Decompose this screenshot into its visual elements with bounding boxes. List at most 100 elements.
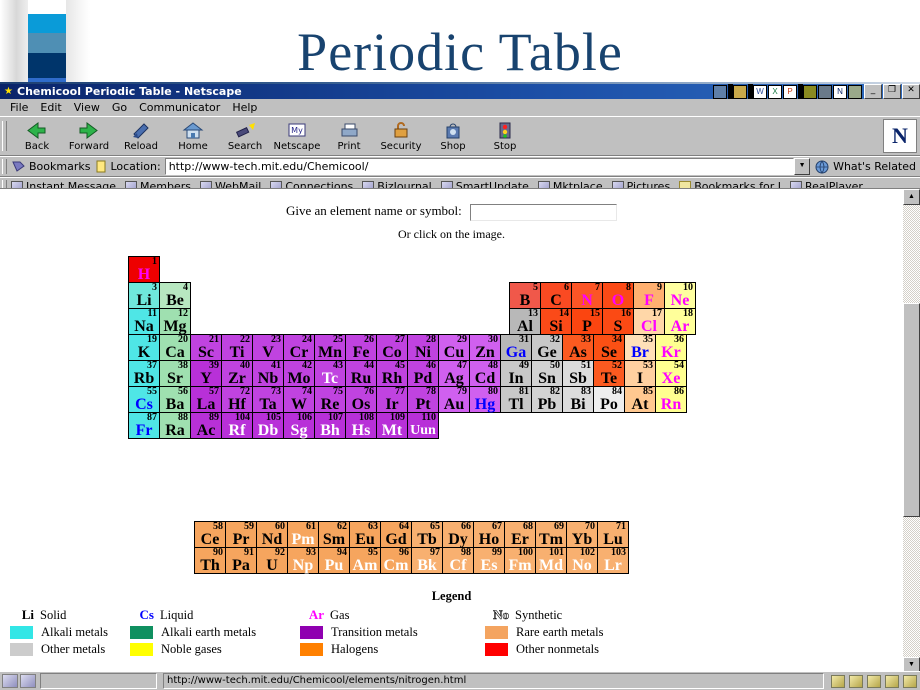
- element-cell-xe[interactable]: 54 Xe: [655, 360, 687, 387]
- element-cell-uun[interactable]: 110 Uun: [407, 412, 439, 439]
- clock-icon[interactable]: [803, 84, 817, 99]
- element-cell-np[interactable]: 93 Np: [287, 547, 319, 574]
- element-cell-fr[interactable]: 87 Fr: [128, 412, 160, 439]
- security-button[interactable]: Security: [375, 118, 427, 154]
- element-cell-hf[interactable]: 72 Hf: [221, 386, 253, 413]
- menu-item-edit[interactable]: Edit: [34, 101, 67, 114]
- element-cell-ba[interactable]: 56 Ba: [159, 386, 191, 413]
- app-icon-5[interactable]: [903, 674, 917, 688]
- element-cell-ag[interactable]: 47 Ag: [438, 360, 470, 387]
- element-cell-n[interactable]: 7N: [571, 282, 603, 309]
- element-cell-os[interactable]: 76 Os: [345, 386, 377, 413]
- element-cell-sc[interactable]: 21 Sc: [190, 334, 222, 361]
- element-cell-mo[interactable]: 42 Mo: [283, 360, 315, 387]
- element-cell-sn[interactable]: 50 Sn: [531, 360, 563, 387]
- paint-icon[interactable]: [818, 84, 832, 99]
- element-cell-tb[interactable]: 65 Tb: [411, 521, 443, 548]
- netscape-logo[interactable]: N: [883, 119, 917, 153]
- element-cell-tc[interactable]: 43 Tc: [314, 360, 346, 387]
- element-cell-b[interactable]: 5B: [509, 282, 541, 309]
- element-cell-ga[interactable]: 31 Ga: [500, 334, 532, 361]
- element-cell-ne[interactable]: 10 Ne: [664, 282, 696, 309]
- element-cell-pa[interactable]: 91 Pa: [225, 547, 257, 574]
- app-icon-4[interactable]: [885, 674, 899, 688]
- element-cell-at[interactable]: 85 At: [624, 386, 656, 413]
- reload-button[interactable]: Reload: [115, 118, 167, 154]
- element-cell-au[interactable]: 79 Au: [438, 386, 470, 413]
- element-cell-te[interactable]: 52 Te: [593, 360, 625, 387]
- element-cell-ho[interactable]: 67 Ho: [473, 521, 505, 548]
- element-cell-mn[interactable]: 25 Mn: [314, 334, 346, 361]
- element-cell-br[interactable]: 35 Br: [624, 334, 656, 361]
- scroll-up-button[interactable]: ▲: [903, 189, 920, 205]
- element-cell-mg[interactable]: 12 Mg: [159, 308, 191, 335]
- menu-item-go[interactable]: Go: [106, 101, 133, 114]
- element-cell-cl[interactable]: 17 Cl: [633, 308, 665, 335]
- element-cell-rh[interactable]: 45 Rh: [376, 360, 408, 387]
- element-cell-ac[interactable]: 89 Ac: [190, 412, 222, 439]
- element-cell-hs[interactable]: 108 Hs: [345, 412, 377, 439]
- element-cell-s[interactable]: 16 S: [602, 308, 634, 335]
- menu-item-view[interactable]: View: [68, 101, 106, 114]
- element-cell-si[interactable]: 14 Si: [540, 308, 572, 335]
- programs-icon[interactable]: [713, 84, 727, 99]
- element-cell-y[interactable]: 39 Y: [190, 360, 222, 387]
- powerpoint-icon[interactable]: P: [783, 84, 797, 99]
- element-cell-sr[interactable]: 38 Sr: [159, 360, 191, 387]
- element-cell-pt[interactable]: 78 Pt: [407, 386, 439, 413]
- home-button[interactable]: Home: [167, 118, 219, 154]
- shop-button[interactable]: Shop: [427, 118, 479, 154]
- element-cell-ir[interactable]: 77 Ir: [376, 386, 408, 413]
- element-cell-sb[interactable]: 51 Sb: [562, 360, 594, 387]
- element-cell-pm[interactable]: 61 Pm: [287, 521, 319, 548]
- element-cell-v[interactable]: 23 V: [252, 334, 284, 361]
- element-cell-rn[interactable]: 86 Rn: [655, 386, 687, 413]
- stop-button[interactable]: Stop: [479, 118, 531, 154]
- element-cell-rf[interactable]: 104 Rf: [221, 412, 253, 439]
- element-cell-lu[interactable]: 71 Lu: [597, 521, 629, 548]
- forward-button[interactable]: Forward: [63, 118, 115, 154]
- element-cell-er[interactable]: 68 Er: [504, 521, 536, 548]
- element-cell-ge[interactable]: 32 Ge: [531, 334, 563, 361]
- element-cell-co[interactable]: 27 Co: [376, 334, 408, 361]
- element-cell-cd[interactable]: 48 Cd: [469, 360, 501, 387]
- element-cell-bk[interactable]: 97 Bk: [411, 547, 443, 574]
- back-button[interactable]: Back: [11, 118, 63, 154]
- element-cell-i[interactable]: 53 I: [624, 360, 656, 387]
- app-icon-1[interactable]: [831, 674, 845, 688]
- element-cell-es[interactable]: 99 Es: [473, 547, 505, 574]
- location-bar-grip[interactable]: [0, 157, 9, 176]
- element-cell-pb[interactable]: 82 Pb: [531, 386, 563, 413]
- element-cell-db[interactable]: 105 Db: [252, 412, 284, 439]
- element-cell-zn[interactable]: 30 Zn: [469, 334, 501, 361]
- element-cell-c[interactable]: 6C: [540, 282, 572, 309]
- app-icon-3[interactable]: [867, 674, 881, 688]
- element-cell-bh[interactable]: 107 Bh: [314, 412, 346, 439]
- element-cell-kr[interactable]: 36 Kr: [655, 334, 687, 361]
- element-cell-sm[interactable]: 62 Sm: [318, 521, 350, 548]
- element-cell-ru[interactable]: 44 Ru: [345, 360, 377, 387]
- bookmarks-label[interactable]: Bookmarks: [29, 160, 90, 173]
- element-cell-tm[interactable]: 69 Tm: [535, 521, 567, 548]
- element-cell-pr[interactable]: 59 Pr: [225, 521, 257, 548]
- element-cell-li[interactable]: 3 Li: [128, 282, 160, 309]
- element-cell-sg[interactable]: 106 Sg: [283, 412, 315, 439]
- element-cell-am[interactable]: 95 Am: [349, 547, 381, 574]
- explorer-icon[interactable]: [733, 84, 747, 99]
- search-button[interactable]: Search: [219, 118, 271, 154]
- element-cell-fm[interactable]: 100 Fm: [504, 547, 536, 574]
- menu-item-file[interactable]: File: [4, 101, 34, 114]
- element-cell-f[interactable]: 9F: [633, 282, 665, 309]
- element-cell-ni[interactable]: 28 Ni: [407, 334, 439, 361]
- netscape-icon[interactable]: N: [833, 84, 847, 99]
- element-cell-cf[interactable]: 98 Cf: [442, 547, 474, 574]
- element-cell-w[interactable]: 74 W: [283, 386, 315, 413]
- element-cell-yb[interactable]: 70 Yb: [566, 521, 598, 548]
- element-cell-bi[interactable]: 83 Bi: [562, 386, 594, 413]
- scrollbar-track[interactable]: [903, 205, 920, 657]
- screen-icon[interactable]: [848, 84, 862, 99]
- element-cell-pu[interactable]: 94 Pu: [318, 547, 350, 574]
- element-cell-re[interactable]: 75 Re: [314, 386, 346, 413]
- element-cell-o[interactable]: 8O: [602, 282, 634, 309]
- element-cell-ce[interactable]: 58 Ce: [194, 521, 226, 548]
